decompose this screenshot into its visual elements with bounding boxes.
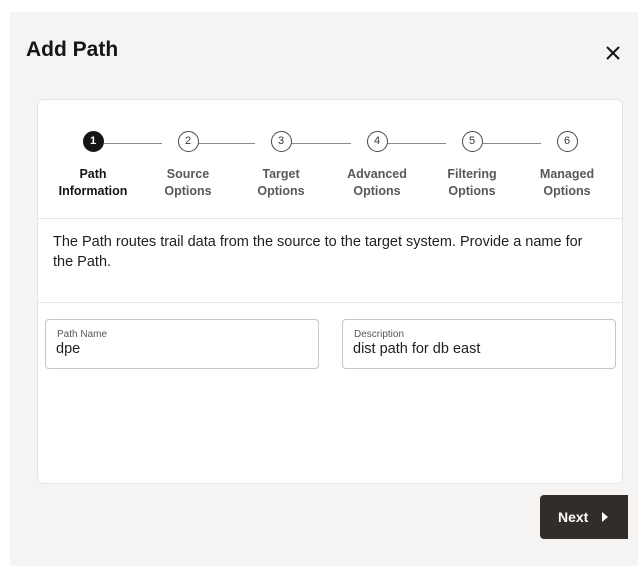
path-name-input[interactable] — [56, 341, 301, 357]
step-label: Filtering Options — [447, 167, 497, 198]
description-input[interactable] — [353, 341, 598, 357]
step-filtering-options[interactable]: 5 Filtering Options — [417, 131, 527, 200]
step-label: Advanced Options — [347, 167, 407, 198]
step-number: 3 — [270, 131, 292, 152]
wizard-stepper: 1 Path Information 2 Source Options 3 Ta… — [38, 100, 622, 215]
path-form-card: 1 Path Information 2 Source Options 3 Ta… — [37, 99, 623, 484]
step-label: Path Information — [58, 167, 128, 198]
close-button[interactable] — [602, 42, 624, 64]
stepper-divider — [38, 218, 622, 219]
close-icon — [606, 46, 620, 60]
step-number: 2 — [177, 131, 199, 152]
step-advanced-options[interactable]: 4 Advanced Options — [322, 131, 432, 200]
chevron-right-icon — [602, 512, 609, 522]
step-number: 6 — [556, 131, 578, 152]
add-path-dialog: Add Path 1 Path Information 2 Source Opt… — [10, 12, 638, 566]
step-managed-options[interactable]: 6 Managed Options — [512, 131, 622, 200]
path-name-field[interactable]: Path Name — [45, 319, 319, 369]
step-path-information[interactable]: 1 Path Information — [38, 131, 148, 200]
step-number: 4 — [366, 131, 388, 152]
description-field[interactable]: Description — [342, 319, 616, 369]
dialog-title: Add Path — [26, 38, 119, 61]
path-name-label: Path Name — [57, 329, 108, 340]
next-button[interactable]: Next — [540, 495, 628, 539]
next-button-label: Next — [558, 509, 589, 525]
path-description-text: The Path routes trail data from the sour… — [53, 234, 583, 270]
step-target-options[interactable]: 3 Target Options — [226, 131, 336, 200]
step-number: 1 — [82, 131, 104, 152]
step-label: Managed Options — [539, 167, 595, 198]
content-divider — [38, 302, 622, 303]
step-number: 5 — [461, 131, 483, 152]
step-label: Target Options — [257, 167, 305, 198]
description-label: Description — [354, 329, 405, 340]
